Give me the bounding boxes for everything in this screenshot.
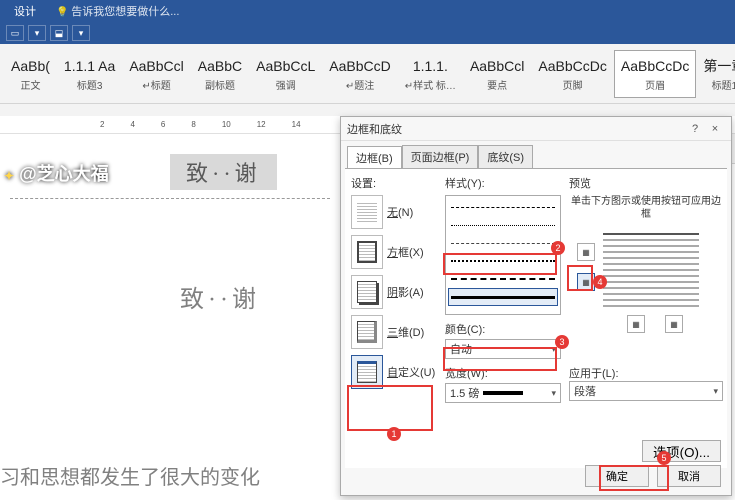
setting-option[interactable]: 阴影(A) (351, 275, 439, 309)
qat-icon[interactable]: ▭ (6, 25, 24, 41)
setting-option[interactable]: 方框(X) (351, 235, 439, 269)
style-gallery-item[interactable]: AaBbCcl↵标题 (122, 50, 190, 98)
style-column: 样式(Y): 颜色(C): 自动 宽度(W): 1.5 磅 (445, 175, 561, 403)
border-top-toggle[interactable]: ▦ (577, 243, 595, 261)
tell-me-hint[interactable]: 告诉我您想要做什么... (56, 3, 179, 19)
style-gallery-item[interactable]: AaBbCcl要点 (463, 50, 531, 98)
cancel-button[interactable]: 取消 (657, 465, 721, 487)
dialog-tab[interactable]: 页面边框(P) (402, 145, 479, 168)
style-gallery-item[interactable]: 第一章标题1 (696, 50, 735, 98)
doc-heading: 致··谢 (180, 279, 330, 314)
border-bottom-toggle[interactable]: ▦ (627, 315, 645, 333)
dialog-buttons: 确定 取消 (585, 465, 721, 487)
line-style-row[interactable] (448, 288, 558, 306)
width-label: 宽度(W): (445, 365, 561, 381)
preview-label: 预览 (569, 175, 723, 191)
video-watermark: ✦ @芝心大福 (4, 160, 109, 186)
apply-to-section: 应用于(L): 段落 (569, 365, 723, 401)
width-combo[interactable]: 1.5 磅 (445, 383, 561, 403)
line-style-row[interactable] (448, 216, 558, 234)
line-style-row[interactable] (448, 306, 558, 315)
border-right-toggle[interactable]: ▦ (665, 315, 683, 333)
border-left-toggle[interactable]: ▦ (577, 273, 595, 291)
qat-icon[interactable]: ⬓ (50, 25, 68, 41)
setting-option[interactable]: 无(N) (351, 195, 439, 229)
style-gallery-item[interactable]: AaBbCcDc页脚 (531, 50, 613, 98)
dialog-tabs: 边框(B)页面边框(P)底纹(S) (341, 141, 731, 168)
preview-box: ▦ ▦ ▦ ▦ (569, 227, 723, 337)
borders-shading-dialog: 边框和底纹 ? × 边框(B)页面边框(P)底纹(S) 设置: 无(N) 方框(X… (340, 116, 732, 496)
style-gallery-item[interactable]: AaBbCcL强调 (249, 50, 322, 98)
line-style-row[interactable] (448, 234, 558, 252)
header-separator (10, 198, 330, 199)
style-gallery-item[interactable]: 1.1.1.↵样式 标… (398, 50, 463, 98)
dialog-tab[interactable]: 边框(B) (347, 146, 402, 169)
style-gallery-item[interactable]: AaBbCcDc页眉 (614, 50, 696, 98)
settings-label: 设置: (351, 175, 439, 191)
help-button[interactable]: ? (685, 123, 705, 135)
style-gallery-item[interactable]: AaBbC副标题 (191, 50, 249, 98)
quick-access-toolbar: ▭ ▾ ⬓ ▾ (0, 22, 735, 44)
setting-option[interactable]: 自定义(U) (351, 355, 439, 389)
style-gallery-item[interactable]: AaBbCcD↵题注 (322, 50, 397, 98)
line-style-row[interactable] (448, 198, 558, 216)
line-style-row[interactable] (448, 252, 558, 270)
style-gallery-item[interactable]: AaBb(正文 (4, 50, 57, 98)
line-style-list[interactable] (445, 195, 561, 315)
dialog-titlebar: 边框和底纹 ? × (341, 117, 731, 141)
doc-body-text: 习和思想都发生了很大的变化 (0, 461, 260, 490)
preview-column: 预览 单击下方图示或使用按钮可应用边框 ▦ ▦ ▦ ▦ (569, 175, 723, 337)
ribbon-tab-design[interactable]: 设计 (8, 1, 42, 21)
color-combo[interactable]: 自动 (445, 339, 561, 359)
apply-to-combo[interactable]: 段落 (569, 381, 723, 401)
close-button[interactable]: × (705, 123, 725, 135)
ok-button[interactable]: 确定 (585, 465, 649, 487)
dialog-tab[interactable]: 底纹(S) (478, 145, 533, 168)
apply-to-label: 应用于(L): (569, 368, 619, 380)
settings-column: 设置: 无(N) 方框(X) 阴影(A) 三维(D) 自定义(U) (351, 175, 439, 395)
line-style-row[interactable] (448, 270, 558, 288)
doc-heading-selected[interactable]: 致··谢 (170, 154, 277, 190)
document-canvas[interactable]: 致··谢 致··谢 习和思想都发生了很大的变化 (0, 134, 340, 500)
color-label: 颜色(C): (445, 321, 561, 337)
setting-option[interactable]: 三维(D) (351, 315, 439, 349)
word-titlebar: 设计 告诉我您想要做什么... (0, 0, 735, 22)
ribbon-styles-gallery: AaBb(正文1.1.1 Aa标题3AaBbCcl↵标题AaBbC副标题AaBb… (0, 44, 735, 104)
qat-icon[interactable]: ▾ (72, 25, 90, 41)
tab-body-borders: 设置: 无(N) 方框(X) 阴影(A) 三维(D) 自定义(U) 样式(Y): 颜色(… (345, 168, 727, 468)
qat-icon[interactable]: ▾ (28, 25, 46, 41)
preview-hint: 单击下方图示或使用按钮可应用边框 (569, 195, 723, 221)
options-button[interactable]: 选项(O)... (642, 440, 721, 462)
preview-page (603, 233, 699, 307)
style-gallery-item[interactable]: 1.1.1 Aa标题3 (57, 50, 122, 98)
style-label: 样式(Y): (445, 175, 561, 191)
dialog-title: 边框和底纹 (347, 121, 685, 137)
